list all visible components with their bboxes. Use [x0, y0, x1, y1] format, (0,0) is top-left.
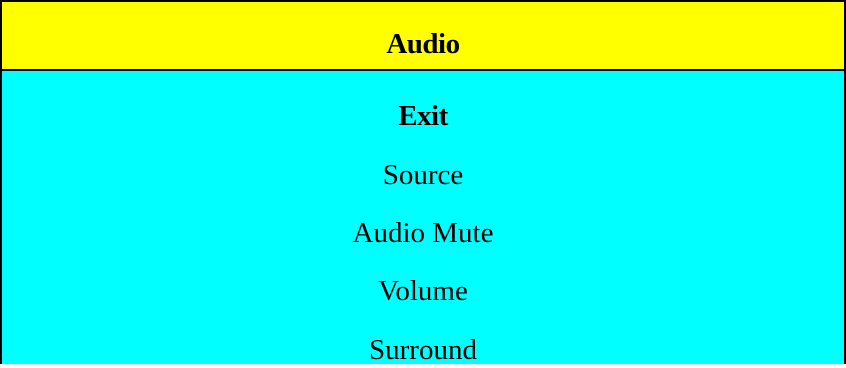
menu-item-source[interactable]: Source [2, 157, 844, 193]
menu-item-surround[interactable]: Surround [2, 332, 844, 368]
menu-list: Exit Source Audio Mute Volume Surround [2, 71, 844, 366]
menu-header: Audio [2, 2, 844, 71]
menu-item-volume[interactable]: Volume [2, 273, 844, 309]
menu-item-audio-mute[interactable]: Audio Mute [2, 215, 844, 251]
menu-title: Audio [386, 28, 460, 60]
menu-item-exit[interactable]: Exit [2, 98, 844, 134]
audio-menu-panel: Audio Exit Source Audio Mute Volume Surr… [0, 0, 846, 366]
